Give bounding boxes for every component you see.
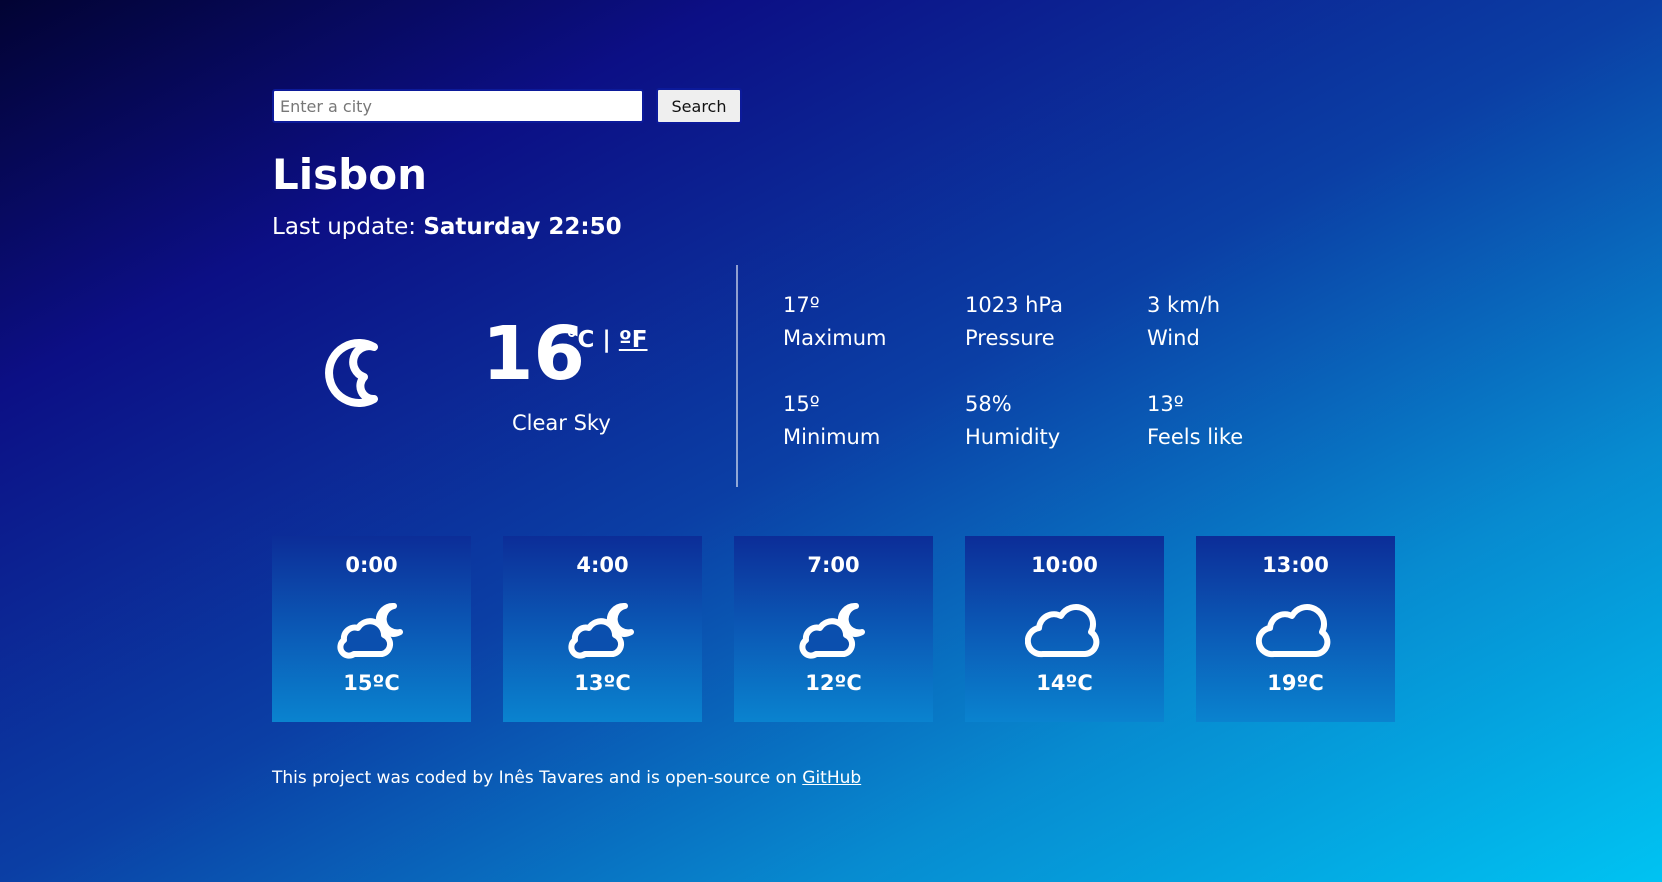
stat-feels-like: 13º Feels like <box>1147 388 1337 454</box>
forecast-temperature: 19ºC <box>1267 671 1324 695</box>
forecast-card: 0:00 15ºC <box>272 536 471 722</box>
stat-humidity: 58% Humidity <box>965 388 1155 454</box>
stat-wind: 3 km/h Wind <box>1147 289 1337 355</box>
stat-label: Humidity <box>965 425 1061 449</box>
unit-celsius[interactable]: °C <box>566 327 594 353</box>
forecast-temperature: 13ºC <box>574 671 631 695</box>
stat-maximum: 17º Maximum <box>783 289 973 355</box>
forecast-temperature: 15ºC <box>343 671 400 695</box>
stat-label: Minimum <box>783 425 881 449</box>
stat-value: 15º <box>783 392 820 416</box>
forecast-card: 7:00 12ºC <box>734 536 933 722</box>
vertical-divider <box>736 265 738 487</box>
moon-icon <box>308 333 388 413</box>
weather-description: Clear Sky <box>512 411 611 435</box>
stat-minimum: 15º Minimum <box>783 388 973 454</box>
city-search-input[interactable] <box>272 89 644 123</box>
current-weather: 16 °C | ºF Clear Sky 17º Maximum 1023 hP… <box>272 265 1372 487</box>
cloud-moon-icon <box>794 596 874 660</box>
forecast-time: 13:00 <box>1262 553 1329 577</box>
stat-value: 17º <box>783 293 820 317</box>
forecast-time: 10:00 <box>1031 553 1098 577</box>
cloud-icon <box>1255 596 1336 660</box>
forecast-card: 10:00 14ºC <box>965 536 1164 722</box>
stat-label: Maximum <box>783 326 887 350</box>
forecast-temperature: 12ºC <box>805 671 862 695</box>
last-update-label: Last update: <box>272 214 417 240</box>
stat-value: 13º <box>1147 392 1184 416</box>
unit-fahrenheit-link[interactable]: ºF <box>619 327 648 353</box>
footer-text: This project was coded by Inês Tavares a… <box>272 768 797 788</box>
city-name: Lisbon <box>272 150 427 199</box>
cloud-moon-icon <box>563 596 643 660</box>
stat-value: 1023 hPa <box>965 293 1064 317</box>
footer: This project was coded by Inês Tavares a… <box>272 768 861 788</box>
weather-stats: 17º Maximum 1023 hPa Pressure 3 km/h Win… <box>783 289 1383 469</box>
stat-label: Feels like <box>1147 425 1244 449</box>
stat-value: 3 km/h <box>1147 293 1221 317</box>
forecast-time: 4:00 <box>576 553 629 577</box>
search-form: Search <box>272 88 742 124</box>
search-button[interactable]: Search <box>656 88 742 124</box>
forecast-temperature: 14ºC <box>1036 671 1093 695</box>
forecast-time: 7:00 <box>807 553 860 577</box>
cloud-icon <box>1024 596 1105 660</box>
stat-value: 58% <box>965 392 1012 416</box>
stat-pressure: 1023 hPa Pressure <box>965 289 1155 355</box>
forecast-time: 0:00 <box>345 553 398 577</box>
cloud-moon-icon <box>332 596 412 660</box>
hourly-forecast: 0:00 15ºC 4:00 13ºC 7:00 12ºC 10:00 14ºC… <box>272 536 1395 722</box>
unit-separator: | <box>602 327 611 353</box>
unit-toggle: °C | ºF <box>566 327 648 353</box>
forecast-card: 4:00 13ºC <box>503 536 702 722</box>
stat-label: Wind <box>1147 326 1200 350</box>
last-update: Last update: Saturday 22:50 <box>272 214 622 240</box>
last-update-value: Saturday 22:50 <box>423 214 622 240</box>
forecast-card: 13:00 19ºC <box>1196 536 1395 722</box>
github-link[interactable]: GitHub <box>802 768 861 788</box>
stat-label: Pressure <box>965 326 1055 350</box>
